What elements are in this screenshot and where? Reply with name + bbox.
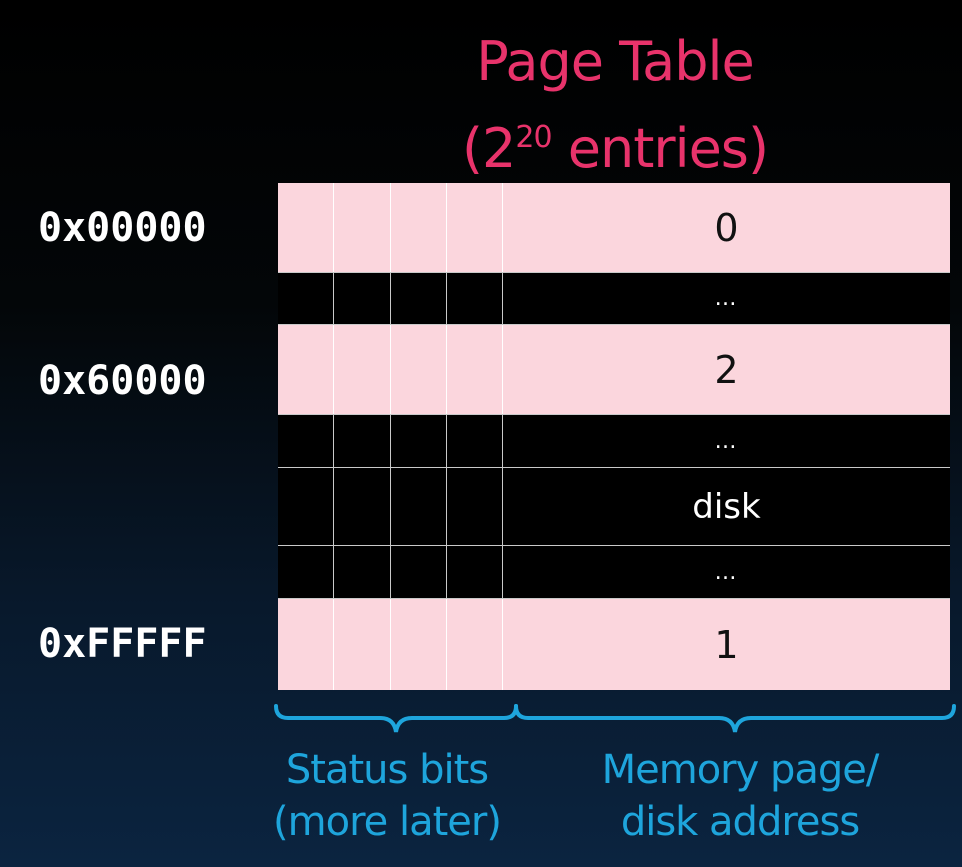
status-bit-cell bbox=[278, 183, 334, 272]
page-entry-value: 1 bbox=[714, 622, 739, 667]
table-row: disk bbox=[278, 468, 950, 546]
status-bit-cell bbox=[447, 325, 503, 414]
table-row: 1 bbox=[278, 599, 950, 690]
table-row: … bbox=[278, 415, 950, 468]
table-row: 0 bbox=[278, 183, 950, 273]
table-row: … bbox=[278, 273, 950, 325]
status-bit-cell bbox=[334, 468, 391, 545]
subtitle-exponent: 20 bbox=[515, 120, 552, 155]
status-bit-cell bbox=[391, 273, 447, 324]
page-table: 0 … 2 … disk … 1 bbox=[278, 183, 950, 690]
status-caption-line2: (more later) bbox=[273, 799, 502, 845]
status-bit-cell bbox=[278, 599, 334, 690]
status-caption-line1: Status bits bbox=[285, 747, 489, 793]
memory-page-caption: Memory page/ disk address bbox=[520, 744, 960, 848]
status-bit-cell bbox=[278, 273, 334, 324]
page-entry-value: 0 bbox=[714, 205, 739, 250]
memory-page-brace bbox=[514, 704, 956, 733]
status-bit-cell bbox=[334, 325, 391, 414]
status-bit-cell bbox=[447, 599, 503, 690]
memory-caption-line2: disk address bbox=[620, 799, 860, 845]
status-bit-cell bbox=[278, 546, 334, 598]
status-bit-cell bbox=[334, 599, 391, 690]
status-bit-cell bbox=[447, 415, 503, 467]
status-bit-cell bbox=[278, 415, 334, 467]
status-bit-cell bbox=[391, 325, 447, 414]
status-bit-cell bbox=[334, 546, 391, 598]
status-bit-cell bbox=[447, 273, 503, 324]
status-bit-cell bbox=[391, 468, 447, 545]
address-label-first: 0x00000 bbox=[38, 205, 207, 251]
address-label-middle: 0x60000 bbox=[38, 358, 207, 404]
memory-caption-line1: Memory page/ bbox=[601, 747, 880, 793]
table-row: … bbox=[278, 546, 950, 599]
page-entry-value: … bbox=[714, 559, 739, 585]
page-entry-value: … bbox=[714, 286, 739, 311]
address-label-last: 0xFFFFF bbox=[38, 621, 207, 667]
page-entry-value: disk bbox=[692, 486, 761, 527]
status-bit-cell bbox=[334, 415, 391, 467]
status-bit-cell bbox=[334, 273, 391, 324]
page-entry-value: 2 bbox=[714, 347, 739, 392]
status-bit-cell bbox=[391, 546, 447, 598]
status-bit-cell bbox=[391, 599, 447, 690]
status-bits-brace bbox=[274, 704, 518, 733]
status-bit-cell bbox=[391, 415, 447, 467]
status-bit-cell bbox=[278, 468, 334, 545]
page-table-title: Page Table bbox=[476, 30, 755, 93]
status-bit-cell bbox=[447, 546, 503, 598]
status-bits-caption: Status bits (more later) bbox=[232, 744, 542, 848]
status-bit-cell bbox=[447, 183, 503, 272]
page-entry-value: … bbox=[714, 428, 739, 454]
status-bit-cell bbox=[278, 325, 334, 414]
subtitle-prefix: (2 bbox=[461, 117, 516, 180]
status-bit-cell bbox=[334, 183, 391, 272]
page-table-subtitle: (220 entries) bbox=[420, 104, 810, 183]
subtitle-suffix: entries) bbox=[551, 117, 769, 180]
status-bit-cell bbox=[391, 183, 447, 272]
status-bit-cell bbox=[447, 468, 503, 545]
table-row: 2 bbox=[278, 325, 950, 415]
